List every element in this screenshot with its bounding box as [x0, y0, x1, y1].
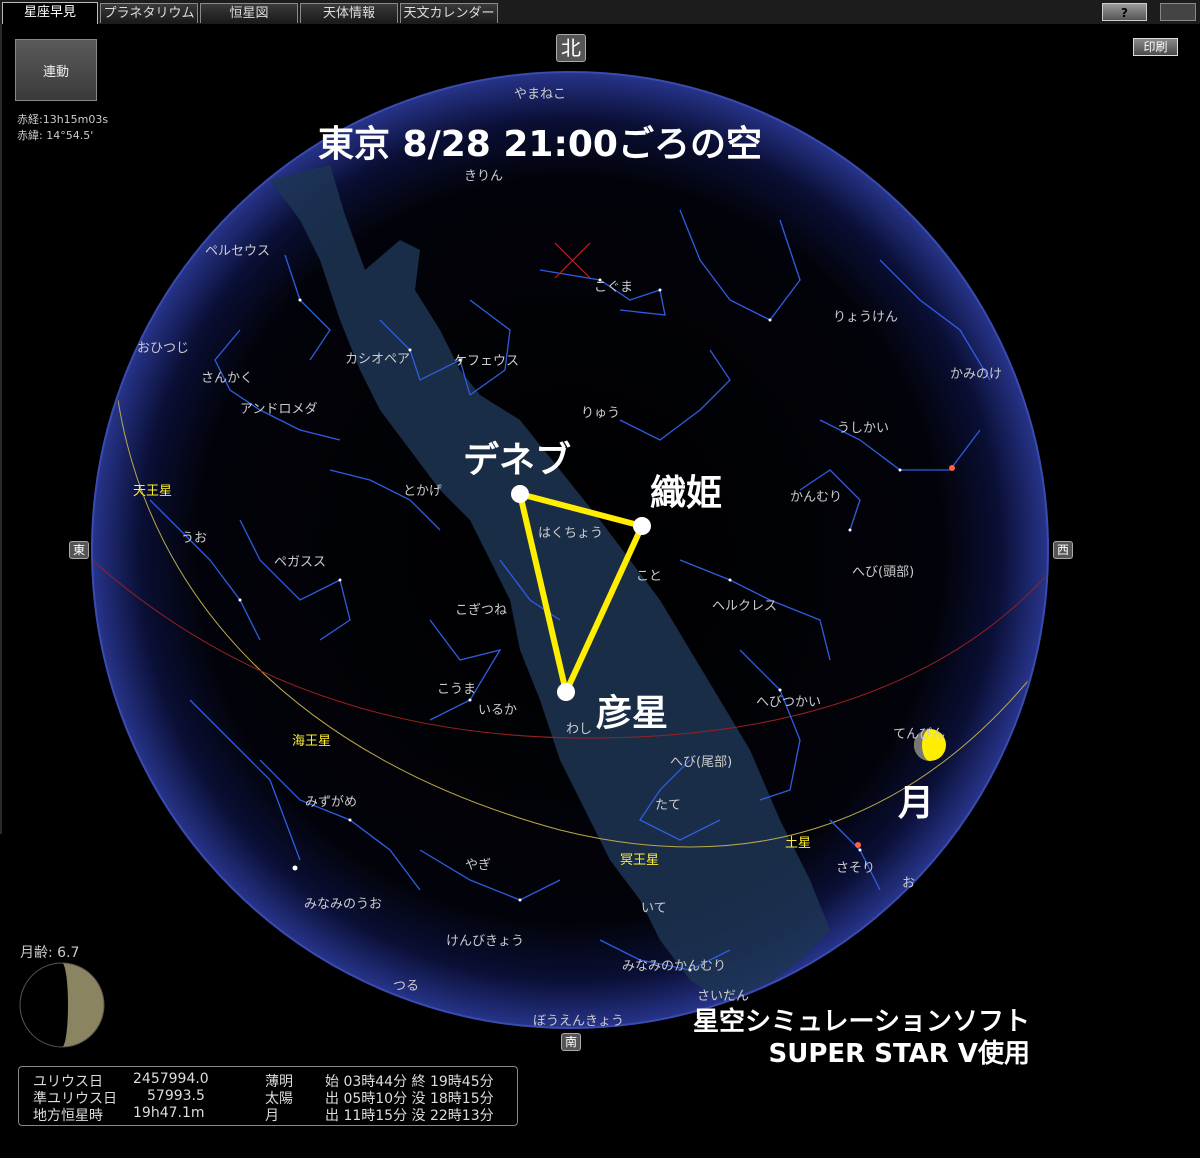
label-aquarius: みずがめ	[305, 795, 357, 810]
label-pegasus: ペガスス	[274, 555, 326, 570]
label-microscopium: けんびきょう	[446, 934, 524, 949]
antares	[855, 842, 861, 848]
label-camelopardalis: きりん	[464, 169, 503, 184]
altair-label: 彦星	[596, 693, 669, 734]
moon-label: 月	[898, 783, 935, 824]
label-aquila: わし	[566, 722, 592, 737]
label-vulpecula: こぎつね	[455, 603, 507, 618]
label-piscis-austrinus: みなみのうお	[304, 897, 382, 912]
vega-star[interactable]	[633, 517, 651, 535]
deneb-star[interactable]	[511, 485, 529, 503]
info-event: 月	[265, 1108, 279, 1124]
info-value: 19h47.1m	[133, 1105, 205, 1121]
label-draco: りゅう	[581, 406, 620, 421]
label-cygnus: はくちょう	[538, 526, 603, 541]
label-ursa-minor: こぐま	[594, 280, 633, 295]
sky-chart[interactable]: やまねこ きりん こぐま ペルセウス りょうけん おひつじ カシオペア ケフェウ…	[0, 0, 1200, 1158]
label-lynx: やまねこ	[514, 87, 566, 102]
label-capricornus: やぎ	[465, 858, 491, 873]
moon-age: 月齢: 6.7	[20, 945, 80, 961]
label-delphinus: いるか	[478, 703, 517, 718]
page-title: 東京 8/28 21:00ごろの空	[318, 124, 762, 165]
label-neptune: 海王星	[292, 734, 331, 749]
label-lyra: こと	[636, 569, 662, 584]
label-corona-australis: みなみのかんむり	[622, 959, 726, 974]
label-triangulum: さんかく	[201, 371, 253, 386]
label-equuleus: こうま	[437, 682, 476, 697]
vega-label: 織姫	[650, 473, 723, 514]
moon-phase-icon	[19, 962, 105, 1048]
label-lacerta: とかげ	[403, 484, 442, 499]
label-cepheus: ケフェウス	[454, 354, 519, 369]
info-label: 地方恒星時	[33, 1108, 103, 1124]
label-uranus: 天王星	[133, 484, 172, 499]
label-sagittarius: いて	[641, 901, 667, 916]
info-value: 57993.5	[147, 1088, 205, 1104]
credit-line-2: SUPER STAR V使用	[768, 1039, 1031, 1069]
label-bootes: うしかい	[837, 421, 889, 436]
info-panel: ユリウス日 2457994.0 薄明 始 03時44分 終 19時45分 準ユリ…	[18, 1066, 518, 1126]
label-telescopium: ぼうえんきょう	[533, 1014, 624, 1029]
label-canes-venatici: りょうけん	[833, 310, 898, 325]
label-saturn: 土星	[785, 836, 811, 851]
label-grus: つる	[393, 979, 419, 994]
info-value: 2457994.0	[133, 1071, 209, 1087]
label-perseus: ペルセウス	[205, 244, 270, 259]
label-coma: かみのけ	[950, 367, 1002, 382]
altair-star[interactable]	[557, 683, 575, 701]
info-times: 出 11時15分 没 22時13分	[325, 1108, 494, 1124]
deneb-label: デネブ	[463, 440, 572, 481]
west-badge: 西	[1053, 541, 1073, 559]
label-partial: お	[902, 876, 915, 891]
east-badge: 東	[69, 541, 89, 559]
label-aries: おひつじ	[137, 341, 189, 356]
label-ophiuchus: へびつかい	[756, 695, 821, 710]
label-serpens-cauda: へび(尾部)	[670, 755, 732, 770]
label-andromeda: アンドロメダ	[240, 402, 317, 417]
label-scorpius: さそり	[836, 861, 875, 876]
south-badge: 南	[561, 1033, 581, 1051]
label-pluto: 冥王星	[620, 853, 659, 868]
label-scutum: たて	[655, 798, 681, 813]
label-cassiopeia: カシオペア	[345, 352, 410, 367]
north-badge: 北	[556, 34, 586, 62]
label-hercules: ヘルクレス	[712, 599, 777, 614]
label-pisces: うお	[181, 531, 207, 546]
label-corona: かんむり	[790, 490, 842, 505]
red-star	[949, 465, 955, 471]
label-libra: てんびん	[893, 727, 945, 742]
label-serpens-caput: へび(頭部)	[852, 565, 914, 580]
